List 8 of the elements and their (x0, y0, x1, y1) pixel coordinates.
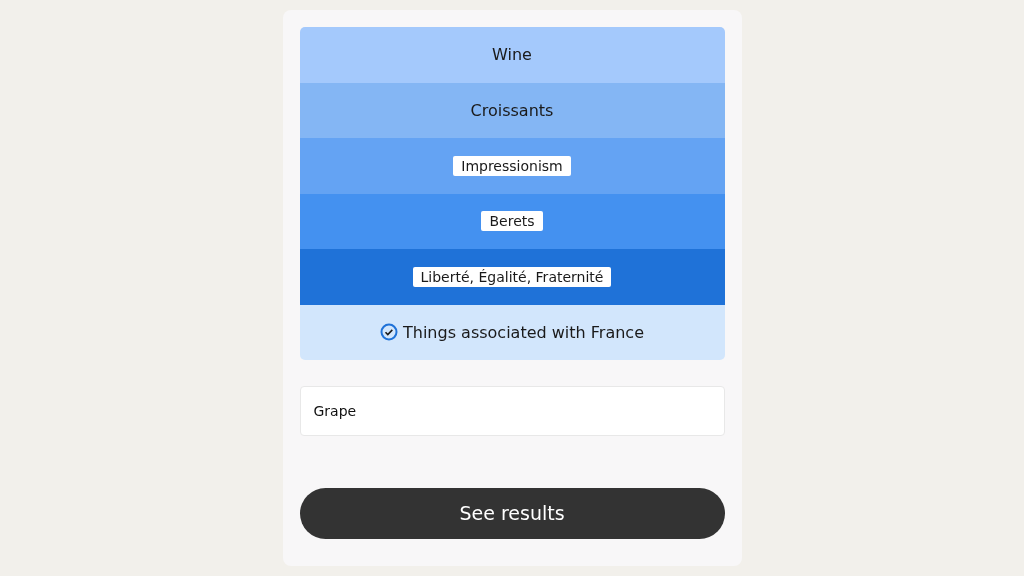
word-label: Croissants (470, 100, 554, 120)
see-results-button[interactable]: See results (299, 487, 725, 539)
input-field[interactable]: Grape (299, 385, 725, 436)
word-label: Wine (492, 45, 532, 65)
word-chip: Impressionism (453, 155, 571, 176)
category-title: Things associated with France (403, 322, 644, 342)
word-chip: Berets (481, 211, 543, 232)
word-chip: Liberté, Égalité, Fraternité (412, 266, 612, 287)
